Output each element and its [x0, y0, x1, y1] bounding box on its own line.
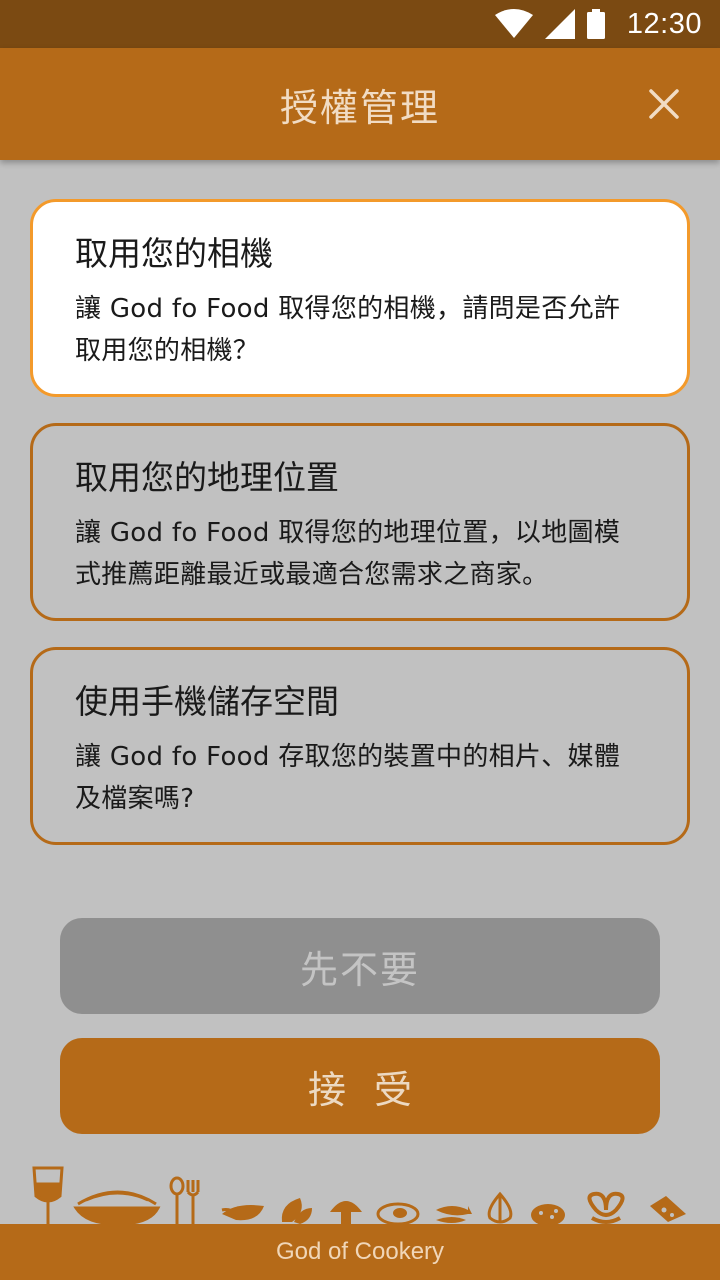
status-icons [494, 9, 605, 39]
cookie-icon [531, 1204, 565, 1226]
cellular-signal-icon [544, 9, 575, 39]
mushroom-icon [330, 1201, 362, 1225]
cheese-icon [650, 1196, 686, 1222]
permission-description: 讓 God fo Food 取得您的相機，請問是否允許 取用您的相機？ [75, 288, 647, 372]
battery-icon [586, 9, 605, 39]
permission-title: 取用您的相機 [75, 234, 273, 273]
permission-description-line: 及檔案嗎? [75, 784, 195, 814]
vegetable-icon [221, 1205, 264, 1221]
noodle-bowl-icon [73, 1190, 161, 1226]
fried-egg-icon [376, 1202, 420, 1226]
onion-icon [487, 1191, 513, 1224]
accept-button[interactable]: 接受 [60, 1038, 660, 1134]
footer-brand: God of Cookery [275, 1238, 445, 1265]
page-title: 授權管理 [279, 85, 440, 130]
permission-description-line: 讓 God fo Food 存取您的裝置中的相片、媒體 [75, 742, 621, 772]
status-time: 12:30 [626, 7, 702, 40]
status-bar: 12:30 [0, 0, 720, 48]
permission-title: 使用手機儲存空間 [75, 682, 339, 721]
fish-icon [436, 1206, 472, 1223]
wine-glass-icon [32, 1166, 64, 1224]
permission-description: 讓 God fo Food 取得您的地理位置，以地圖模 式推薦距離最近或最適合您… [75, 512, 647, 596]
permission-description: 讓 God fo Food 存取您的裝置中的相片、媒體 及檔案嗎? [75, 736, 647, 820]
food-decoration [32, 1166, 686, 1226]
permission-card-storage[interactable]: 使用手機儲存空間 讓 God fo Food 存取您的裝置中的相片、媒體 及檔案… [30, 647, 690, 845]
permission-description-line: 式推薦距離最近或最適合您需求之商家。 [75, 560, 549, 590]
permission-description-line: 取用您的相機？ [75, 336, 260, 366]
app-bar: 授權管理 [0, 48, 720, 160]
permission-description-line: 讓 God fo Food 取得您的地理位置，以地圖模 [75, 518, 621, 548]
wifi-icon [494, 9, 533, 38]
spoon-fork-icon [169, 1176, 200, 1224]
close-icon[interactable] [646, 86, 682, 122]
permission-description-line: 讓 God fo Food 取得您的相機，請問是否允許 [75, 294, 621, 324]
permission-card-camera[interactable]: 取用您的相機 讓 God fo Food 取得您的相機，請問是否允許 取用您的相… [30, 199, 690, 397]
permission-card-location[interactable]: 取用您的地理位置 讓 God fo Food 取得您的地理位置，以地圖模 式推薦… [30, 423, 690, 621]
footer: God of Cookery [0, 1224, 720, 1280]
permission-title: 取用您的地理位置 [75, 458, 339, 497]
decline-button[interactable]: 先不要 [60, 918, 660, 1014]
leaf-icon [281, 1198, 312, 1224]
pretzel-icon [587, 1191, 625, 1224]
